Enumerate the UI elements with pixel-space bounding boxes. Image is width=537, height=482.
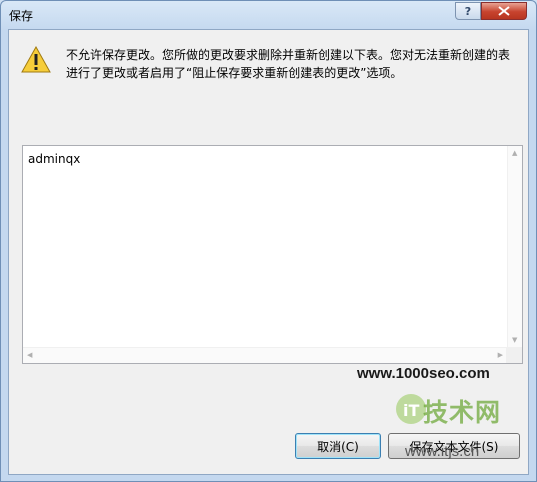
- message-text: 不允许保存更改。您所做的更改要求删除并重新创建以下表。您对无法重新创建的表进行了…: [66, 48, 511, 80]
- horizontal-scrollbar[interactable]: ◀ ▶: [23, 347, 507, 363]
- save-dialog: 保存 ? 不允许保存更改。您所做的更改要求删除并重新创建以下表。您对无法重新创建…: [0, 0, 537, 482]
- scroll-up-icon[interactable]: ▲: [512, 149, 517, 157]
- table-list-box[interactable]: adminqx ▲ ▼ ◀ ▶: [22, 145, 523, 364]
- list-item[interactable]: adminqx: [28, 152, 80, 166]
- scroll-down-icon[interactable]: ▼: [512, 336, 517, 344]
- window-title: 保存: [9, 9, 34, 23]
- svg-text:iT: iT: [403, 401, 419, 420]
- title-bar[interactable]: 保存 ?: [1, 1, 536, 29]
- cancel-button[interactable]: 取消(C): [295, 433, 381, 459]
- help-icon: ?: [464, 4, 472, 18]
- close-icon: [498, 6, 510, 16]
- vertical-scrollbar[interactable]: ▲ ▼: [507, 146, 522, 347]
- logo-text: 技术网: [423, 398, 502, 427]
- scroll-right-icon[interactable]: ▶: [498, 351, 503, 359]
- watermark-site: www.itjs.cn: [405, 443, 480, 460]
- close-button[interactable]: [481, 2, 527, 20]
- watermark-logo: iT 技术网: [393, 379, 519, 441]
- help-button[interactable]: ?: [455, 2, 481, 20]
- scroll-left-icon[interactable]: ◀: [27, 351, 32, 359]
- warning-icon: [21, 46, 51, 73]
- scrollbar-corner: [506, 347, 522, 363]
